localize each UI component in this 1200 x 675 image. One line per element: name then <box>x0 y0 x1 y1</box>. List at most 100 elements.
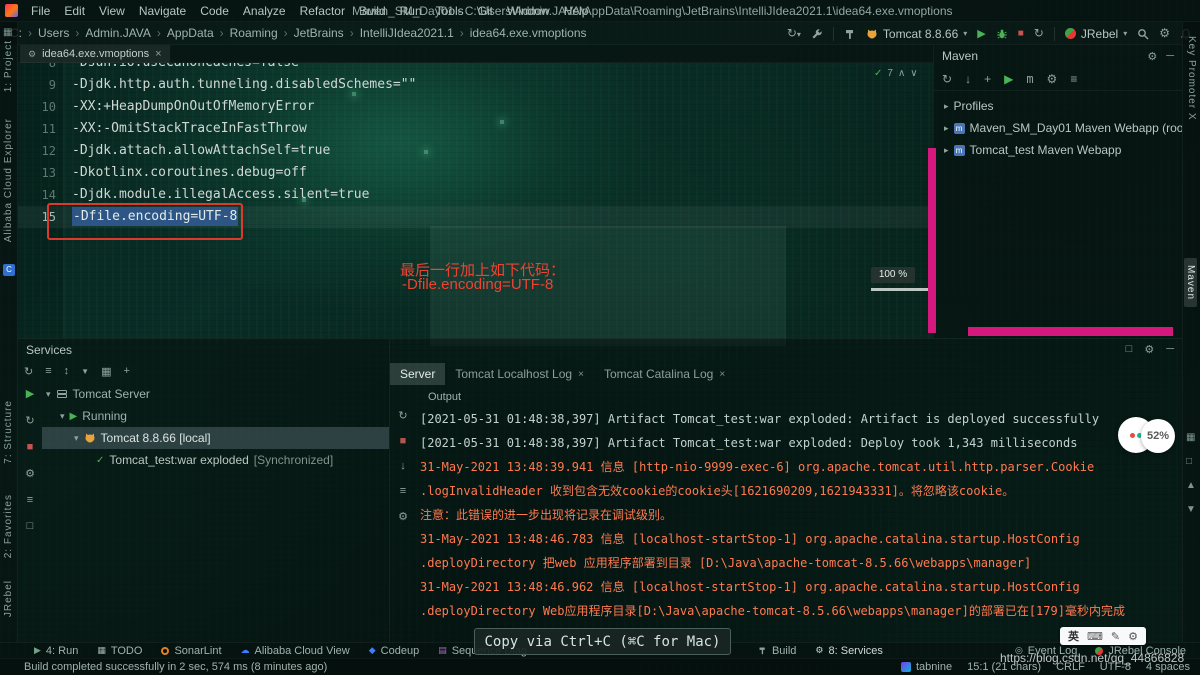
close-icon[interactable]: × <box>719 369 725 380</box>
code-area[interactable]: 8-Dsun.io.useCanonCaches=false 9-Djdk.ht… <box>18 63 933 338</box>
tool-button-alibaba-cloud-view[interactable]: ☁Alibaba Cloud View <box>241 645 350 657</box>
tree-item-artifact[interactable]: ✓ Tomcat_test:war exploded [Synchronized… <box>42 449 389 471</box>
service-frame-icon[interactable]: □ <box>27 520 34 532</box>
maven-settings-icon[interactable]: ⚙ <box>1047 72 1058 86</box>
breadcrumb-item[interactable]: Roaming <box>230 26 294 40</box>
tool-button-maven[interactable]: Maven <box>1184 258 1197 307</box>
next-problem-icon[interactable]: ∨ <box>910 68 917 79</box>
add-service-icon[interactable]: + <box>123 365 129 377</box>
breadcrumb-item[interactable]: Admin.JAVA <box>85 26 167 40</box>
breadcrumb-item[interactable]: IntelliJIdea2021.1 <box>360 26 470 40</box>
group-icon[interactable]: ▦ <box>101 365 111 378</box>
stop-icon[interactable]: ■ <box>400 435 407 447</box>
hide-panel-icon[interactable]: ─ <box>1166 343 1174 356</box>
stop-service-icon[interactable]: ■ <box>27 441 34 453</box>
menu-file[interactable]: File <box>24 0 57 22</box>
tool-button-sonarlint[interactable]: SonarLint <box>161 645 221 657</box>
code-line[interactable]: 12-Djdk.attach.allowAttachSelf=true <box>18 140 933 162</box>
execute-maven-goal-icon[interactable]: m <box>1026 72 1033 86</box>
stop-button[interactable]: ■ <box>1018 28 1024 39</box>
restart-button[interactable]: ↻ <box>1034 22 1044 45</box>
hide-panel-icon[interactable]: ─ <box>1166 50 1174 62</box>
collapse-icon[interactable]: ≡ <box>45 365 51 377</box>
settings-gear-icon[interactable]: ⚙ <box>1147 50 1157 63</box>
breadcrumb-item-current[interactable]: idea64.exe.vmoptions <box>470 26 587 40</box>
breadcrumb-item[interactable]: AppData <box>167 26 230 40</box>
chevron-right-icon[interactable]: ▸ <box>944 145 949 156</box>
settings-gear-icon[interactable]: ⚙ <box>1159 22 1170 45</box>
wrench-icon[interactable] <box>811 28 823 40</box>
maven-tree-item-project[interactable]: ▸ m Maven_SM_Day01 Maven Webapp (roo <box>934 117 1182 139</box>
chevron-down-icon[interactable]: ▾ <box>74 433 79 444</box>
inspection-widget[interactable]: ✓ 7 ∧ ∨ <box>874 68 918 79</box>
tool-button-build[interactable]: Build <box>758 645 796 657</box>
codeup-stripe-icon[interactable]: C <box>3 264 15 276</box>
refresh-icon[interactable]: ↻ <box>24 365 33 378</box>
start-service-icon[interactable]: ▶ <box>26 387 34 400</box>
soft-wrap-icon[interactable]: ≡ <box>400 485 406 497</box>
service-list-icon[interactable]: ≡ <box>27 494 33 506</box>
hammer-build-icon[interactable] <box>844 28 856 40</box>
run-maven-goal-icon[interactable]: ▶ <box>1004 72 1013 86</box>
menu-code[interactable]: Code <box>193 0 236 22</box>
editor-tab[interactable]: ⚙ idea64.exe.vmoptions × <box>20 45 170 63</box>
filter-icon[interactable]: ▼ <box>81 367 89 376</box>
stripe-icon[interactable]: ▦ <box>1186 432 1195 443</box>
code-line[interactable]: 8-Dsun.io.useCanonCaches=false <box>18 63 933 74</box>
code-line[interactable]: 9-Djdk.http.auth.tunneling.disabledSchem… <box>18 74 933 96</box>
menu-view[interactable]: View <box>92 0 132 22</box>
chevron-right-icon[interactable]: ▸ <box>944 123 949 134</box>
tool-button-alibaba-cloud-explorer[interactable]: Alibaba Cloud Explorer <box>3 118 14 242</box>
close-icon[interactable]: × <box>155 48 161 60</box>
breadcrumb-item[interactable]: Users <box>38 26 85 40</box>
performance-percent-widget[interactable]: 52% <box>1141 419 1175 453</box>
rerun-icon[interactable]: ↻ <box>398 409 407 422</box>
console-settings-icon[interactable]: ⚙ <box>398 510 408 523</box>
code-line[interactable]: 11-XX:-OmitStackTraceInFastThrow <box>18 118 933 140</box>
download-sources-icon[interactable]: ↓ <box>965 72 971 86</box>
ime-bar[interactable]: 英 ⌨ ✎ ⚙ <box>1060 627 1146 645</box>
settings-gear-icon[interactable]: ⚙ <box>1144 343 1154 356</box>
tool-button-services[interactable]: ⚙8: Services <box>815 645 883 657</box>
chevron-down-icon[interactable]: ▾ <box>46 389 51 400</box>
stripe-icon[interactable]: ▦ <box>3 27 12 38</box>
tool-button-jrebel[interactable]: JRebel <box>3 580 14 617</box>
search-icon[interactable] <box>1137 28 1149 40</box>
add-maven-project-icon[interactable]: + <box>984 72 991 86</box>
tree-item-tomcat-config[interactable]: ▾ Tomcat 8.8.66 [local] <box>42 427 389 449</box>
tool-button-structure[interactable]: 7: Structure <box>3 400 14 464</box>
stripe-icon[interactable]: ▼ <box>1186 504 1196 515</box>
tool-button-project[interactable]: 1: Project <box>3 40 14 92</box>
chevron-right-icon[interactable]: ▸ <box>944 101 949 112</box>
stripe-icon[interactable]: □ <box>1186 456 1192 467</box>
code-line[interactable]: 10-XX:+HeapDumpOnOutOfMemoryError <box>18 96 933 118</box>
scroll-to-end-icon[interactable]: ↓ <box>400 460 406 472</box>
tab-tomcat-localhost-log[interactable]: Tomcat Localhost Log× <box>445 363 594 385</box>
run-button[interactable]: ▶ <box>977 27 985 40</box>
menu-analyze[interactable]: Analyze <box>236 0 293 22</box>
tool-button-favorites[interactable]: 2: Favorites <box>3 494 14 558</box>
chevron-down-icon[interactable]: ▾ <box>60 411 65 422</box>
maven-tree-item-project[interactable]: ▸ m Tomcat_test Maven Webapp <box>934 139 1182 161</box>
keyboard-icon[interactable]: ⌨ <box>1087 630 1103 643</box>
run-configuration-select[interactable]: Tomcat 8.8.66 ▾ <box>866 27 967 41</box>
tool-button-run[interactable]: ▶4: Run <box>34 645 78 657</box>
expand-collapse-icon[interactable]: ↕ <box>64 365 70 377</box>
debug-button[interactable] <box>996 28 1008 40</box>
reload-maven-icon[interactable]: ↻ <box>942 72 952 86</box>
tool-button-key-promoter[interactable]: Key Promoter X <box>1186 36 1197 121</box>
collapse-all-icon[interactable]: ≡ <box>1070 72 1077 86</box>
tab-tomcat-catalina-log[interactable]: Tomcat Catalina Log× <box>594 363 735 385</box>
tool-button-codeup[interactable]: ◆Codeup <box>369 645 419 657</box>
tabnine-widget[interactable]: tabnine <box>901 661 952 673</box>
service-settings-icon[interactable]: ⚙ <box>25 467 35 480</box>
tool-button-todo[interactable]: ▦TODO <box>97 645 142 657</box>
menu-refactor[interactable]: Refactor <box>293 0 352 22</box>
menu-navigate[interactable]: Navigate <box>132 0 193 22</box>
tree-item-running[interactable]: ▾ ▶ Running <box>42 405 389 427</box>
tree-item-tomcat-server[interactable]: ▾ Tomcat Server <box>42 383 389 405</box>
prev-problem-icon[interactable]: ∧ <box>898 68 905 79</box>
stripe-icon[interactable]: ▲ <box>1186 480 1196 491</box>
restart-service-icon[interactable]: ↻ <box>25 414 34 427</box>
breadcrumb-item[interactable]: JetBrains <box>294 26 360 40</box>
